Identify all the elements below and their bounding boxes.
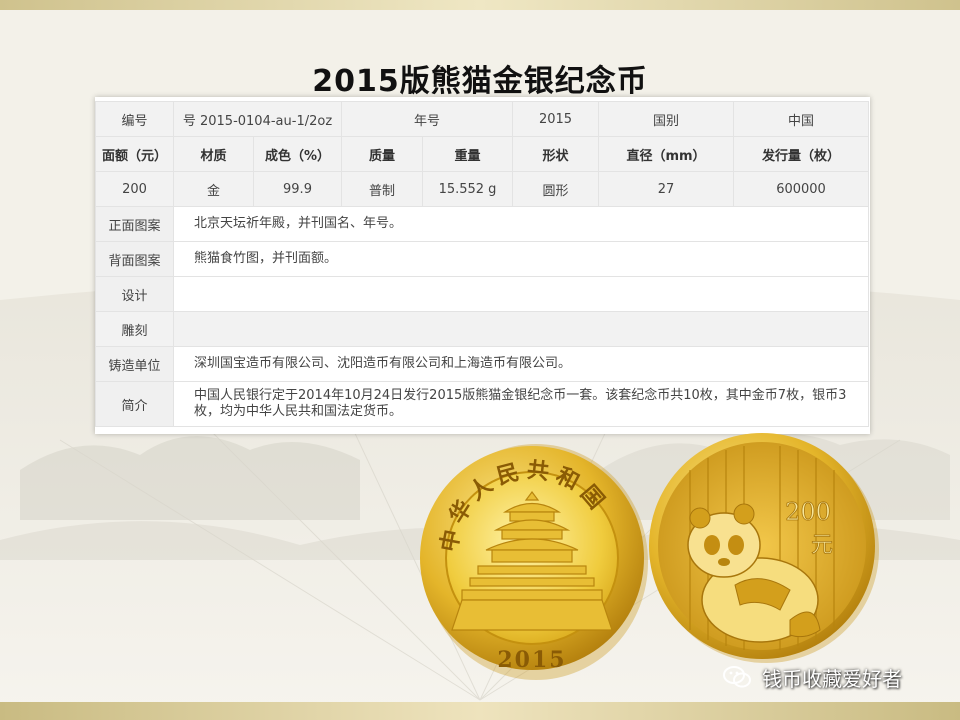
table-row: 背面图案 熊猫食竹图，并刊面额。 bbox=[95, 241, 870, 277]
table-row: 200 金 99.9 普制 15.552 g 圆形 27 600000 bbox=[95, 171, 870, 207]
top-band bbox=[0, 0, 960, 10]
page-title: 2015版熊猫金银纪念币 bbox=[312, 64, 648, 99]
value-weight: 15.552 g bbox=[421, 171, 514, 207]
table-row: 正面图案 北京天坛祈年殿，并刊国名、年号。 bbox=[95, 206, 870, 242]
designer-label: 设计 bbox=[95, 276, 174, 312]
engraver-value bbox=[172, 311, 870, 347]
front-design-label: 正面图案 bbox=[95, 206, 174, 242]
header-fineness: 成色（%） bbox=[253, 136, 342, 172]
header-weight: 重量 bbox=[421, 136, 514, 172]
wechat-watermark: 钱币收藏爱好者 bbox=[722, 662, 942, 692]
intro-label: 简介 bbox=[95, 381, 174, 427]
header-quality: 质量 bbox=[341, 136, 423, 172]
header-shape: 形状 bbox=[512, 136, 600, 172]
table-row: 设计 bbox=[95, 276, 870, 312]
designer-value bbox=[172, 276, 870, 312]
header-material: 材质 bbox=[173, 136, 254, 172]
back-design-label: 背面图案 bbox=[95, 241, 174, 277]
cell-year-label: 年号 bbox=[340, 101, 514, 137]
table-row: 简介 中国人民银行定于2014年10月24日发行2015版熊猫金银纪念币一套。该… bbox=[95, 381, 870, 427]
value-quality: 普制 bbox=[341, 171, 423, 207]
value-mintage: 600000 bbox=[733, 171, 870, 207]
cell-number-value: 号 2015-0104-au-1/2oz bbox=[173, 101, 342, 137]
watermark-text: 钱币收藏爱好者 bbox=[762, 666, 902, 691]
value-fineness: 99.9 bbox=[253, 171, 342, 207]
value-shape: 圆形 bbox=[512, 171, 600, 207]
front-design-value: 北京天坛祈年殿，并刊国名、年号。 bbox=[172, 206, 870, 242]
header-diameter: 直径（mm） bbox=[598, 136, 735, 172]
bottom-band bbox=[0, 702, 960, 720]
intro-value: 中国人民银行定于2014年10月24日发行2015版熊猫金银纪念币一套。该套纪念… bbox=[172, 381, 870, 427]
table-row: 雕刻 bbox=[95, 311, 870, 347]
value-diameter: 27 bbox=[598, 171, 735, 207]
header-mintage: 发行量（枚） bbox=[733, 136, 870, 172]
table-row: 铸造单位 深圳国宝造币有限公司、沈阳造币有限公司和上海造币有限公司。 bbox=[95, 346, 870, 382]
value-denomination: 200 bbox=[95, 171, 174, 207]
info-table-card: 编号 号 2015-0104-au-1/2oz 年号 2015 国别 中国 面额… bbox=[95, 97, 870, 434]
coin-info-table: 编号 号 2015-0104-au-1/2oz 年号 2015 国别 中国 面额… bbox=[95, 101, 870, 427]
header-denomination: 面额（元） bbox=[95, 136, 174, 172]
cell-number-label: 编号 bbox=[95, 101, 174, 137]
table-header-row: 面额（元） 材质 成色（%） 质量 重量 形状 直径（mm） 发行量（枚） bbox=[95, 136, 870, 172]
back-design-value: 熊猫食竹图，并刊面额。 bbox=[172, 241, 870, 277]
wechat-icon bbox=[723, 666, 751, 688]
value-material: 金 bbox=[173, 171, 254, 207]
cell-year-value: 2015 bbox=[512, 101, 600, 137]
mint-value: 深圳国宝造币有限公司、沈阳造币有限公司和上海造币有限公司。 bbox=[172, 346, 870, 382]
engraver-label: 雕刻 bbox=[95, 311, 174, 347]
cell-country-value: 中国 bbox=[733, 101, 870, 137]
table-row: 编号 号 2015-0104-au-1/2oz 年号 2015 国别 中国 bbox=[95, 101, 870, 137]
cell-country-label: 国别 bbox=[598, 101, 735, 137]
mint-label: 铸造单位 bbox=[95, 346, 174, 382]
